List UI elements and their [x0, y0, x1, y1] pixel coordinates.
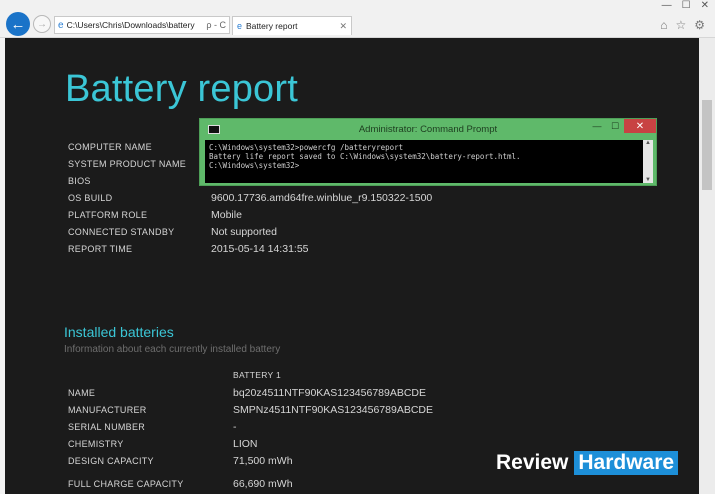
watermark-review: Review: [496, 451, 569, 474]
gear-icon[interactable]: ⚙: [694, 18, 705, 32]
battery-label-name: NAME: [68, 388, 96, 398]
report-page: Battery report COMPUTER NAME SYSTEM PROD…: [5, 38, 699, 494]
address-tools[interactable]: ρ - C: [206, 20, 229, 30]
battery-value-serial-number: -: [233, 421, 237, 433]
console-line: Battery life report saved to C:\Windows\…: [209, 152, 521, 161]
watermark-hardware: Hardware: [574, 451, 679, 475]
info-value-os-build: 9600.17736.amd64fre.winblue_r9.150322-15…: [211, 192, 433, 204]
console-scrollbar[interactable]: ▲ ▼: [643, 140, 653, 183]
battery-value-name: bq20z4511NTF90KAS123456789ABCDE: [233, 387, 427, 399]
battery-label-full-charge-capacity: FULL CHARGE CAPACITY: [68, 479, 184, 489]
forward-arrow-icon: →: [37, 18, 47, 30]
command-prompt-console[interactable]: C:\Windows\system32>powercfg /batteryrep…: [205, 140, 643, 183]
tab-close-icon[interactable]: ✕: [339, 21, 347, 32]
battery-value-chemistry: LION: [233, 438, 258, 450]
info-label-report-time: REPORT TIME: [68, 244, 133, 254]
scroll-up-icon[interactable]: ▲: [643, 140, 653, 146]
command-prompt-window[interactable]: Administrator: Command Prompt — ☐ ✕ C:\W…: [199, 118, 657, 186]
back-arrow-icon: ←: [10, 15, 26, 33]
battery-value-design-capacity: 71,500 mWh: [233, 455, 293, 467]
cmd-minimize-button[interactable]: —: [588, 119, 606, 133]
browser-chrome: — ☐ ✕ ← → e C:\Users\Chris\Downloads\bat…: [0, 0, 715, 38]
minimize-button[interactable]: —: [662, 0, 672, 12]
info-label-bios: BIOS: [68, 176, 91, 186]
tab-battery-report[interactable]: e Battery report ✕: [232, 16, 352, 35]
scrollbar-thumb[interactable]: [702, 100, 712, 190]
watermark-logo: Review Hardware: [496, 451, 679, 475]
battery-value-full-charge-capacity: 66,690 mWh: [233, 478, 293, 490]
battery-label-design-capacity: DESIGN CAPACITY: [68, 456, 154, 466]
console-line: C:\Windows\system32>: [209, 161, 300, 170]
console-line: C:\Windows\system32>powercfg /batteryrep…: [209, 143, 404, 152]
page-scrollbar[interactable]: [699, 38, 715, 494]
scroll-down-icon[interactable]: ▼: [643, 177, 653, 183]
battery-value-manufacturer: SMPNz4511NTF90KAS123456789ABCDE: [233, 404, 433, 416]
page-title: Battery report: [65, 68, 299, 110]
info-label-os-build: OS BUILD: [68, 193, 113, 203]
command-prompt-controls: — ☐ ✕: [588, 119, 656, 133]
info-label-connected-standby: CONNECTED STANDBY: [68, 227, 175, 237]
info-value-connected-standby: Not supported: [211, 226, 277, 238]
address-input[interactable]: C:\Users\Chris\Downloads\battery: [67, 20, 204, 30]
window-controls: — ☐ ✕: [662, 0, 709, 12]
forward-button[interactable]: →: [33, 15, 51, 33]
info-label-system-product-name: SYSTEM PRODUCT NAME: [68, 159, 187, 169]
info-label-platform-role: PLATFORM ROLE: [68, 210, 148, 220]
address-bar[interactable]: e C:\Users\Chris\Downloads\battery ρ - C: [54, 16, 230, 34]
tab-title: Battery report: [246, 21, 298, 31]
home-icon[interactable]: ⌂: [660, 18, 667, 32]
ie-tab-icon: e: [237, 21, 243, 31]
favorites-star-icon[interactable]: ☆: [675, 18, 686, 32]
battery-label-chemistry: CHEMISTRY: [68, 439, 124, 449]
cmd-close-button[interactable]: ✕: [624, 119, 656, 133]
command-prompt-titlebar[interactable]: Administrator: Command Prompt — ☐ ✕: [200, 119, 656, 139]
info-value-platform-role: Mobile: [211, 209, 242, 221]
browser-toolbar-icons: ⌂ ☆ ⚙: [660, 18, 705, 32]
back-button[interactable]: ←: [6, 12, 30, 36]
installed-batteries-subtitle: Information about each currently install…: [64, 344, 281, 355]
close-button[interactable]: ✕: [701, 0, 709, 12]
ie-page-icon: e: [58, 19, 64, 31]
battery-label-manufacturer: MANUFACTURER: [68, 405, 147, 415]
battery-label-serial-number: SERIAL NUMBER: [68, 422, 146, 432]
installed-batteries-heading: Installed batteries: [64, 324, 174, 340]
info-value-report-time: 2015-05-14 14:31:55: [211, 243, 309, 255]
battery-column-header: BATTERY 1: [233, 370, 282, 380]
cmd-maximize-button[interactable]: ☐: [606, 119, 624, 133]
info-label-computer-name: COMPUTER NAME: [68, 142, 152, 152]
maximize-button[interactable]: ☐: [682, 0, 691, 12]
